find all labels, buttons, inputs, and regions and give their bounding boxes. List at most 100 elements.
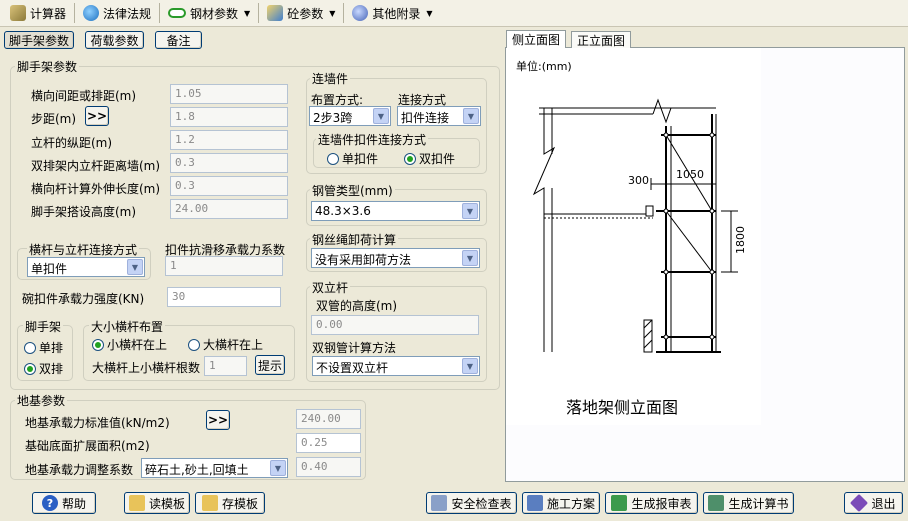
tab-front-elevation[interactable]: 正立面图 <box>571 31 632 48</box>
small-crossbar-top-radio[interactable]: 小横杆在上 <box>92 336 167 353</box>
wall-tie-anchor <box>645 205 654 217</box>
frame-double-radio[interactable]: 双排 <box>24 360 63 377</box>
chevron-down-icon: ▼ <box>270 460 286 476</box>
wire-rope-select[interactable]: 没有采用卸荷方法 ▼ <box>311 248 480 268</box>
toolbar-separator <box>74 3 76 23</box>
wall-tie-title: 连墙件 <box>310 70 351 87</box>
crossbar-count-input[interactable]: 1 <box>204 356 247 376</box>
row-label: 横向间距或排距(m) <box>31 89 137 103</box>
connect-method-select[interactable]: 扣件连接 ▼ <box>397 106 481 126</box>
wire-rope-title: 钢丝绳卸荷计算 <box>310 231 399 248</box>
unit-label: 单位:(mm) <box>516 59 572 73</box>
pipe-type-value: 48.3×3.6 <box>315 204 371 218</box>
chevron-down-icon: ▼ <box>244 8 251 18</box>
clamp-double-radio[interactable]: 双扣件 <box>404 150 455 167</box>
foundation-expand-button[interactable]: >> <box>206 410 230 430</box>
safety-checklist-button[interactable]: 安全检查表 <box>426 492 517 514</box>
hint-button[interactable]: 提示 <box>255 355 285 375</box>
help-button[interactable]: ? 帮助 <box>32 492 96 514</box>
clamp <box>709 132 715 138</box>
tab-side-elevation[interactable]: 侧立面图 <box>506 30 567 48</box>
foundation-standard-label: 地基承载力标准值(kN/m2) <box>25 416 170 430</box>
steel-params-button[interactable]: 钢材参数 ▼ <box>164 2 254 24</box>
big-crossbar-top-radio[interactable]: 大横杆在上 <box>188 336 263 353</box>
tab-load-params[interactable]: 荷载参数 <box>85 31 144 49</box>
generate-calculation-button[interactable]: 生成计算书 <box>703 492 794 514</box>
scaffold-params-title: 脚手架参数 <box>15 58 80 75</box>
steel-params-label: 钢材参数 <box>190 6 239 21</box>
row-label: 立杆的纵距(m) <box>31 136 113 150</box>
soil-type-select[interactable]: 碎石土,砂土,回填土 ▼ <box>141 458 288 478</box>
layout-method-value: 2步3跨 <box>313 111 353 125</box>
row-label: 横向杆计算外伸长度(m) <box>31 182 161 196</box>
pipe-type-select[interactable]: 48.3×3.6 ▼ <box>311 201 480 221</box>
clamp <box>709 208 715 214</box>
generate-calculation-label: 生成计算书 <box>728 496 789 511</box>
pipe-type-title: 钢管类型(mm) <box>310 182 395 199</box>
calculator-button[interactable]: 计算器 <box>6 2 70 24</box>
row-label: 脚手架搭设高度(m) <box>31 205 137 219</box>
double-height-input[interactable]: 0.00 <box>311 315 479 335</box>
generate-review-form-button[interactable]: 生成报审表 <box>605 492 698 514</box>
connection-method-value: 单扣件 <box>31 262 68 276</box>
dimension-1050-label: 1050 <box>676 168 704 181</box>
tab-scaffold-params[interactable]: 脚手架参数 <box>4 31 74 49</box>
appendix-icon <box>352 5 369 21</box>
chevron-down-icon: ▼ <box>329 8 336 18</box>
spreadsheet-icon <box>611 495 628 511</box>
overhang-length-input[interactable]: 0.3 <box>170 176 288 196</box>
toolbar-separator <box>159 3 161 23</box>
folder-open-icon <box>128 495 145 511</box>
chevron-down-icon: ▼ <box>462 250 478 266</box>
slip-coefficient-input[interactable]: 1 <box>165 256 283 276</box>
radio-circle <box>188 338 200 351</box>
step-expand-button[interactable]: >> <box>85 106 109 126</box>
concrete-params-button[interactable]: 砼参数 ▼ <box>263 2 339 24</box>
inner-pole-distance-input[interactable]: 0.3 <box>170 153 288 173</box>
step-distance-input[interactable]: 1.8 <box>170 107 288 127</box>
double-method-select[interactable]: 不设置双立杆 ▼ <box>312 356 480 376</box>
row-label: 双排架内立杆距离墙(m) <box>31 159 161 173</box>
connection-method-select[interactable]: 单扣件 ▼ <box>27 257 145 277</box>
radio-circle-checked <box>92 338 104 351</box>
layout-method-select[interactable]: 2步3跨 ▼ <box>309 106 391 126</box>
bowl-strength-input[interactable]: 30 <box>167 287 281 307</box>
radio-circle <box>24 341 36 354</box>
tab-notes[interactable]: 备注 <box>155 31 202 49</box>
frame-double-label: 双排 <box>39 362 64 376</box>
globe-icon <box>83 5 100 21</box>
exit-button[interactable]: 退出 <box>844 492 903 514</box>
crossbar-count-label: 大横杆上小横杆根数 <box>92 361 201 375</box>
load-template-button[interactable]: 读模板 <box>124 492 190 514</box>
foundation-area-input[interactable]: 0.25 <box>296 433 361 453</box>
dimension-1800-label: 1800 <box>734 226 747 254</box>
clamp-double-label: 双扣件 <box>419 152 456 166</box>
scaffold-height-input[interactable]: 24.00 <box>170 199 288 219</box>
save-template-button[interactable]: 存模板 <box>195 492 265 514</box>
radio-circle <box>327 152 339 165</box>
law-button[interactable]: 法律法规 <box>79 2 155 24</box>
drawing-caption: 落地架侧立面图 <box>566 398 678 417</box>
safety-checklist-label: 安全检查表 <box>451 496 512 511</box>
drawing-canvas: 单位:(mm) 300 1050 1800 落地架侧立面图 <box>506 48 761 425</box>
clamp <box>709 269 715 275</box>
foundation-adjust-input[interactable]: 0.40 <box>296 457 361 477</box>
hatch <box>643 319 653 329</box>
lateral-spacing-input[interactable]: 1.05 <box>170 84 288 104</box>
toolbar: 计算器 法律法规 钢材参数 ▼ 砼参数 ▼ 其他附录 ▼ <box>0 0 908 27</box>
foundation-standard-input[interactable]: 240.00 <box>296 409 361 429</box>
appendix-label: 其他附录 <box>372 6 421 21</box>
clamp-single-radio[interactable]: 单扣件 <box>327 150 378 167</box>
bowl-strength-label: 碗扣件承载力强度(KN) <box>22 292 145 306</box>
construction-plan-button[interactable]: 施工方案 <box>522 492 600 514</box>
appendix-button[interactable]: 其他附录 ▼ <box>348 2 436 24</box>
double-pole-title: 双立杆 <box>310 279 351 296</box>
big-crossbar-top-label: 大横杆在上 <box>203 338 264 352</box>
help-icon: ? <box>41 495 58 511</box>
save-template-label: 存模板 <box>221 496 258 511</box>
chevron-down-icon: ▼ <box>463 108 479 124</box>
double-height-label: 双管的高度(m) <box>316 299 398 313</box>
frame-single-label: 单排 <box>39 341 64 355</box>
frame-single-radio[interactable]: 单排 <box>24 339 63 356</box>
pole-spacing-input[interactable]: 1.2 <box>170 130 288 150</box>
